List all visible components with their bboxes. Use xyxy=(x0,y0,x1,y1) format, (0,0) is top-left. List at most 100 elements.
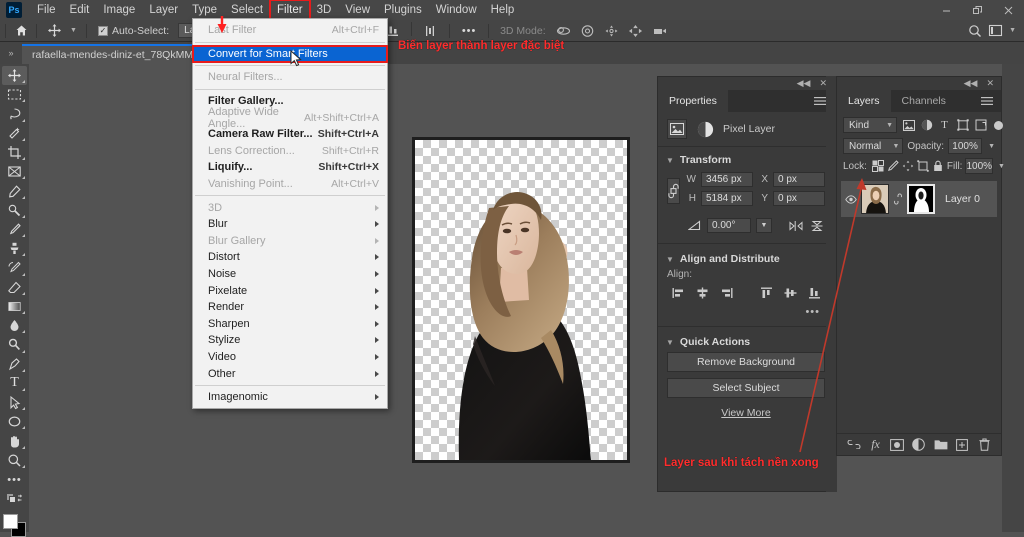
delete-layer-icon[interactable] xyxy=(976,436,992,454)
blur-tool[interactable] xyxy=(2,316,27,335)
align-right-edges-icon[interactable] xyxy=(715,284,737,302)
menu-file[interactable]: File xyxy=(30,0,63,20)
align-bottom-edges-icon[interactable] xyxy=(803,284,825,302)
align-more-button[interactable]: ••• xyxy=(658,304,834,324)
menu-item-adaptive-wide-angle[interactable]: Adaptive Wide Angle...Alt+Shift+Ctrl+A xyxy=(193,109,387,126)
distribute-icon[interactable] xyxy=(418,22,442,40)
lock-artboard-nesting-icon[interactable] xyxy=(917,158,929,174)
align-top-edges-icon[interactable] xyxy=(755,284,777,302)
fill-value[interactable]: 100% xyxy=(965,158,993,174)
menu-image[interactable]: Image xyxy=(96,0,142,20)
menu-filter[interactable]: Filter xyxy=(270,0,310,20)
brush-tool[interactable] xyxy=(2,220,27,239)
select-subject-button[interactable]: Select Subject xyxy=(667,378,825,398)
menu-plugins[interactable]: Plugins xyxy=(377,0,429,20)
menu-item-last-filter[interactable]: Last FilterAlt+Ctrl+F xyxy=(193,22,387,39)
menu-item-camera-raw-filter[interactable]: Camera Raw Filter...Shift+Ctrl+A xyxy=(193,126,387,143)
lock-image-pixels-icon[interactable] xyxy=(887,158,899,174)
menu-item-vanishing-point[interactable]: Vanishing Point...Alt+Ctrl+V xyxy=(193,176,387,193)
tab-layers[interactable]: Layers xyxy=(837,90,891,112)
new-adjustment-layer-icon[interactable] xyxy=(911,436,927,454)
menu-item-neural-filters[interactable]: Neural Filters... xyxy=(193,69,387,86)
menu-window[interactable]: Window xyxy=(429,0,484,20)
lock-transparent-pixels-icon[interactable] xyxy=(872,158,884,174)
rectangular-marquee-tool[interactable] xyxy=(2,85,27,104)
layers-panel-menu-icon[interactable] xyxy=(981,90,1001,112)
close-button[interactable] xyxy=(993,0,1024,20)
clone-stamp-tool[interactable] xyxy=(2,239,27,258)
quick-mask-icons[interactable] xyxy=(2,489,27,508)
flip-horizontal-icon[interactable] xyxy=(788,218,804,233)
menu-item-pixelate[interactable]: Pixelate xyxy=(193,282,387,299)
menu-item-blur-gallery[interactable]: Blur Gallery xyxy=(193,233,387,250)
x-input[interactable]: 0 px xyxy=(773,172,825,187)
filter-shape-icon[interactable] xyxy=(955,117,970,133)
edit-toolbar-icon[interactable]: ••• xyxy=(2,470,27,489)
3d-slide-icon[interactable] xyxy=(624,22,648,40)
collapsed-panel-dock-right[interactable] xyxy=(1002,64,1024,532)
new-layer-icon[interactable] xyxy=(954,436,970,454)
collapse-panel-icon[interactable]: ◀◀ xyxy=(964,78,978,89)
eraser-tool[interactable] xyxy=(2,278,27,297)
lock-position-icon[interactable] xyxy=(902,158,914,174)
link-aspect-ratio-button[interactable] xyxy=(667,178,680,204)
menu-item-distort[interactable]: Distort xyxy=(193,249,387,266)
menu-layer[interactable]: Layer xyxy=(142,0,185,20)
angle-dropdown-icon[interactable]: ▼ xyxy=(756,218,772,233)
history-brush-tool[interactable] xyxy=(2,258,27,277)
angle-input[interactable]: 0.00° xyxy=(707,218,751,233)
y-input[interactable]: 0 px xyxy=(773,191,825,206)
menu-item-stylize[interactable]: Stylize xyxy=(193,332,387,349)
add-layer-style-icon[interactable]: fx xyxy=(868,436,884,454)
fill-chevron-icon[interactable]: ▼ xyxy=(996,163,1005,170)
filter-smart-object-icon[interactable] xyxy=(973,117,988,133)
flip-vertical-icon[interactable] xyxy=(809,218,825,233)
filter-type-icon[interactable]: T xyxy=(937,117,952,133)
auto-select-checkbox-box[interactable]: ✓ xyxy=(98,26,108,36)
align-vertical-centers-icon[interactable] xyxy=(779,284,801,302)
menu-item-sharpen[interactable]: Sharpen xyxy=(193,316,387,333)
layer-mask-thumbnail[interactable] xyxy=(907,184,935,214)
type-tool[interactable]: T xyxy=(2,374,27,393)
menu-item-imagenomic[interactable]: Imagenomic xyxy=(193,389,387,406)
filter-adjustment-icon[interactable] xyxy=(919,117,934,133)
tool-preset-caret-icon[interactable]: ▼ xyxy=(66,27,81,34)
lasso-tool[interactable] xyxy=(2,104,27,123)
eyedropper-tool[interactable] xyxy=(2,181,27,200)
tab-overflow-icon[interactable]: » xyxy=(0,42,22,64)
quick-actions-section-header[interactable]: ▼ Quick Actions xyxy=(658,329,834,352)
color-swatches[interactable] xyxy=(3,514,27,532)
lock-all-icon[interactable] xyxy=(932,158,944,174)
menu-view[interactable]: View xyxy=(338,0,377,20)
filter-pixel-icon[interactable] xyxy=(901,117,916,133)
path-selection-tool[interactable] xyxy=(2,393,27,412)
filter-menu-dropdown[interactable]: Last FilterAlt+Ctrl+FConvert for Smart F… xyxy=(192,18,388,409)
document-tab[interactable]: rafaella-mendes-diniz-et_78QkMMQs-u xyxy=(22,44,212,64)
opacity-chevron-icon[interactable]: ▼ xyxy=(986,143,995,150)
gradient-tool[interactable] xyxy=(2,297,27,316)
new-group-icon[interactable] xyxy=(933,436,949,454)
menu-item-3d[interactable]: 3D xyxy=(193,199,387,216)
move-tool-icon[interactable] xyxy=(42,22,66,40)
align-left-edges-icon[interactable] xyxy=(667,284,689,302)
restore-button[interactable] xyxy=(962,0,993,20)
move-tool[interactable] xyxy=(2,66,27,85)
menu-item-noise[interactable]: Noise xyxy=(193,266,387,283)
crop-tool[interactable] xyxy=(2,143,27,162)
minimize-button[interactable] xyxy=(931,0,962,20)
transform-section-header[interactable]: ▼ Transform xyxy=(658,147,834,170)
menu-type[interactable]: Type xyxy=(185,0,224,20)
menu-item-other[interactable]: Other xyxy=(193,365,387,382)
menu-item-liquify[interactable]: Liquify...Shift+Ctrl+X xyxy=(193,159,387,176)
filter-kind-dropdown[interactable]: Kind ▼ xyxy=(843,117,897,133)
menu-select[interactable]: Select xyxy=(224,0,270,20)
frame-tool[interactable] xyxy=(2,162,27,181)
remove-background-button[interactable]: Remove Background xyxy=(667,352,825,372)
link-layers-icon[interactable] xyxy=(846,436,862,454)
menu-item-video[interactable]: Video xyxy=(193,349,387,366)
view-more-link[interactable]: View More xyxy=(658,404,834,419)
dodge-tool[interactable] xyxy=(2,335,27,354)
home-icon[interactable] xyxy=(11,21,31,41)
filter-toggle-switch[interactable] xyxy=(994,121,1003,130)
opacity-value[interactable]: 100% xyxy=(948,138,982,154)
